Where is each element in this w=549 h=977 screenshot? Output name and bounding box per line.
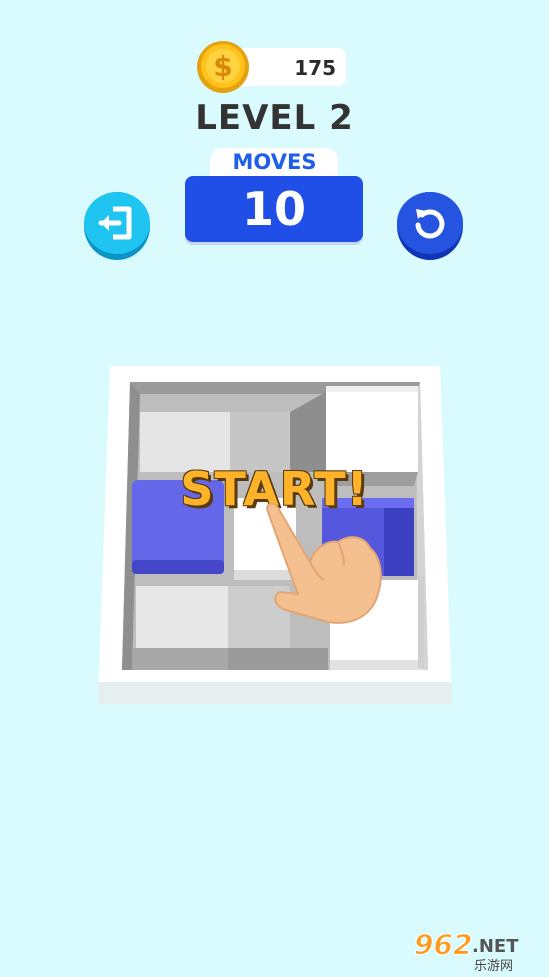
- white-block-side: [418, 576, 424, 668]
- svg-text:$: $: [213, 50, 232, 83]
- moves-counter: 10: [185, 176, 363, 242]
- exit-button[interactable]: [84, 192, 150, 260]
- svg-text:乐游网: 乐游网: [474, 959, 513, 974]
- moves-value: 10: [241, 182, 306, 236]
- exit-button-face[interactable]: [84, 192, 150, 254]
- exit-door-icon: [98, 206, 132, 240]
- coin-icon: $: [197, 41, 249, 93]
- white-block-edge: [326, 386, 418, 392]
- floor-shadow: [132, 648, 228, 670]
- white-block-edge: [330, 660, 422, 670]
- restart-button[interactable]: [397, 192, 463, 260]
- coin-count: 175: [294, 56, 336, 80]
- white-block: [326, 386, 418, 472]
- site-watermark-logo: 962 .NET 乐游网: [414, 928, 520, 975]
- floor-shadow: [228, 648, 328, 670]
- restart-button-face[interactable]: [397, 192, 463, 254]
- restart-arrow-icon: [415, 209, 445, 239]
- svg-text:962: 962: [414, 928, 472, 961]
- blue-block-edge: [132, 560, 224, 574]
- board-frame-edge: [98, 682, 452, 704]
- floor-tile: [136, 586, 228, 648]
- level-title: LEVEL 2: [195, 98, 354, 138]
- svg-text:.NET: .NET: [472, 936, 519, 957]
- moves-label: MOVES: [232, 150, 317, 174]
- pointing-hand-icon: [266, 502, 382, 624]
